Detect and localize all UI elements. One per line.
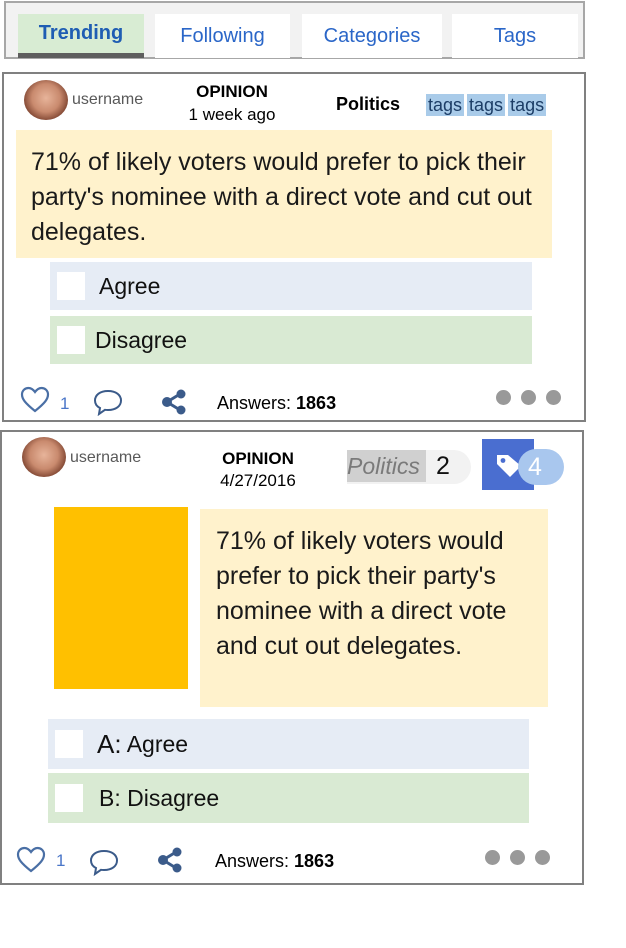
- like-count: 1: [56, 851, 66, 870]
- answers-count: Answers: 1863: [215, 851, 335, 871]
- share-icon[interactable]: [160, 389, 188, 415]
- share-icon[interactable]: [156, 847, 184, 873]
- image-placeholder: [54, 507, 188, 689]
- post-date: 4/27/2016: [220, 471, 296, 490]
- option-disagree[interactable]: Disagree: [50, 316, 532, 364]
- question-text: 71% of likely voters would prefer to pic…: [200, 509, 548, 707]
- category-count: 2: [436, 452, 450, 480]
- heart-icon[interactable]: [20, 386, 50, 414]
- question-text: 71% of likely voters would prefer to pic…: [16, 130, 552, 258]
- option-label: Disagree: [95, 326, 188, 353]
- tag-chip[interactable]: tags: [508, 94, 547, 116]
- option-checkbox[interactable]: [55, 730, 83, 758]
- tag-list: tags tags tags: [426, 94, 547, 116]
- username[interactable]: username: [72, 91, 143, 109]
- post-type: OPINION: [222, 449, 294, 468]
- opinion-card: username OPINION 4/27/2016 Politics 2 4 …: [0, 430, 584, 885]
- username[interactable]: username: [70, 449, 141, 467]
- option-letter: B:: [99, 784, 121, 811]
- tab-tags[interactable]: Tags: [452, 14, 578, 58]
- tab-trending[interactable]: Trending: [18, 14, 144, 58]
- option-checkbox[interactable]: [57, 326, 85, 354]
- tag-chip[interactable]: tags: [426, 94, 465, 116]
- avatar[interactable]: [22, 437, 66, 477]
- option-letter: A:: [97, 728, 122, 759]
- option-checkbox[interactable]: [55, 784, 83, 812]
- tab-bar: Trending Following Categories Tags: [4, 1, 585, 59]
- comment-icon[interactable]: [88, 848, 120, 876]
- tab-categories[interactable]: Categories: [302, 14, 442, 58]
- answers-count: Answers: 1863: [217, 393, 337, 413]
- category-label[interactable]: Politics: [336, 94, 400, 115]
- option-label: Disagree: [120, 784, 220, 811]
- option-label: Agree: [99, 272, 161, 299]
- post-type: OPINION: [196, 82, 268, 101]
- option-label: Agree: [121, 730, 189, 757]
- option-a[interactable]: A: Agree: [48, 719, 529, 769]
- category-label: Politics: [347, 450, 426, 482]
- option-b[interactable]: B: Disagree: [48, 773, 529, 823]
- like-count: 1: [60, 394, 70, 413]
- post-time: 1 week ago: [188, 105, 276, 124]
- option-checkbox[interactable]: [57, 272, 85, 300]
- heart-icon[interactable]: [16, 846, 46, 874]
- avatar[interactable]: [24, 80, 68, 120]
- category-chip[interactable]: Politics 2: [347, 450, 471, 484]
- more-icon[interactable]: [496, 390, 561, 405]
- tag-count-badge: 4: [518, 449, 564, 485]
- tab-following[interactable]: Following: [155, 14, 290, 58]
- option-agree[interactable]: Agree: [50, 262, 532, 310]
- more-icon[interactable]: [485, 850, 550, 865]
- comment-icon[interactable]: [92, 388, 124, 416]
- opinion-card: username OPINION 1 week ago Politics tag…: [2, 72, 586, 422]
- tag-chip[interactable]: tags: [467, 94, 506, 116]
